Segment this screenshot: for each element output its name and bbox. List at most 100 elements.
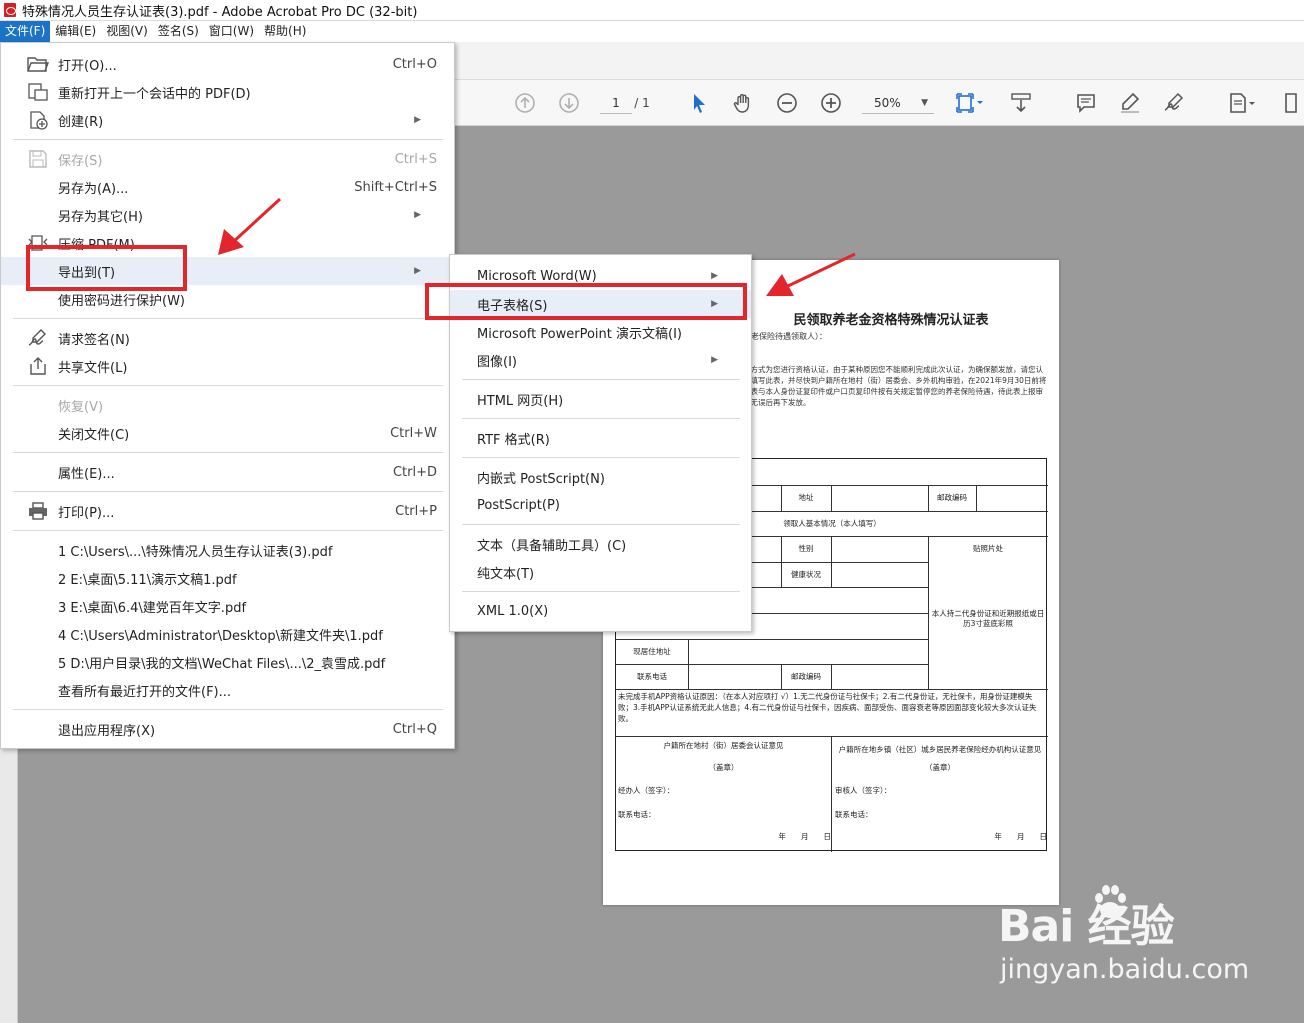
document-paragraph: 别方式为您进行资格认证，由于某种原因您不能顺利完成此次认证，为确保额发放，请您认… xyxy=(743,365,1047,407)
page-total: / 1 xyxy=(634,96,650,110)
submenu-item-plain-text[interactable]: 纯文本(T) xyxy=(450,558,751,586)
share-doc-button[interactable] xyxy=(1278,89,1304,117)
select-tool-button[interactable] xyxy=(686,89,712,117)
fit-page-icon xyxy=(956,93,983,113)
cell-date-right: 年 月 日 xyxy=(994,832,1048,841)
cell-reviewer: 审核人（签字）： xyxy=(835,786,892,795)
zoom-select[interactable]: 50% ▼ xyxy=(862,92,934,114)
menu-item-recent-2[interactable]: 2 E:\桌面\5.11\演示文稿1.pdf xyxy=(1,564,454,592)
cell-right-opinion: 户籍所在地乡镇（社区）城乡居民养老保险经办机构认证意见 xyxy=(838,745,1042,754)
highlight-button[interactable] xyxy=(1116,89,1144,117)
submenu-item-postscript[interactable]: PostScript(P) xyxy=(450,491,751,519)
menu-sign[interactable]: 签名(S) xyxy=(153,21,204,42)
submenu-arrow-icon: ▶ xyxy=(711,355,718,365)
watermark-brand: Bai 经验 xyxy=(998,901,1175,952)
menu-window[interactable]: 窗口(W) xyxy=(204,21,259,42)
menu-item-print[interactable]: 打印(P)... Ctrl+P xyxy=(1,497,454,525)
submenu-item-image[interactable]: 图像(I) ▶ xyxy=(450,346,751,374)
cursor-arrow-icon xyxy=(694,94,705,113)
page-fit-button[interactable] xyxy=(952,89,988,117)
arrow-down-circle-icon xyxy=(559,93,579,113)
reopen-icon xyxy=(27,82,49,102)
hand-tool-button[interactable] xyxy=(730,89,756,117)
submenu-item-powerpoint[interactable]: Microsoft PowerPoint 演示文稿(I) xyxy=(450,318,751,346)
next-page-button[interactable] xyxy=(556,89,582,117)
menu-item-recent-4[interactable]: 4 C:\Users\Administrator\Desktop\新建文件夹\1… xyxy=(1,620,454,648)
navigation-pane-strip xyxy=(0,748,18,1023)
cell-tel-left: 联系电话： xyxy=(618,810,656,819)
print-icon xyxy=(27,501,49,521)
submenu-arrow-icon: ▶ xyxy=(414,266,421,276)
document-subtitle: 养老保险待遇领取人）： xyxy=(743,332,827,341)
submenu-item-rtf[interactable]: RTF 格式(R) xyxy=(450,424,751,452)
minus-circle-icon xyxy=(777,93,797,113)
cell-seal-left: （盖章） xyxy=(708,763,739,772)
menu-help[interactable]: 帮助(H) xyxy=(259,21,311,42)
menu-item-open[interactable]: 打开(O)... Ctrl+O xyxy=(1,50,454,78)
window-title: 特殊情况人员生存认证表(3).pdf - Adobe Acrobat Pro D… xyxy=(22,4,418,20)
submenu-arrow-icon: ▶ xyxy=(711,271,718,281)
menu-item-create[interactable]: 创建(R) ▶ xyxy=(1,106,454,134)
menu-item-close-file[interactable]: 关闭文件(C) Ctrl+W xyxy=(1,419,454,447)
tab-bar xyxy=(454,42,1304,80)
comment-icon xyxy=(1077,94,1095,113)
save-icon xyxy=(27,149,49,169)
menu-item-recent-1[interactable]: 1 C:\Users\...\特殊情况人员生存认证表(3).pdf xyxy=(1,536,454,564)
menu-item-save: 保存(S) Ctrl+S xyxy=(1,145,454,173)
menu-item-exit[interactable]: 退出应用程序(X) Ctrl+Q xyxy=(1,715,454,743)
menu-file[interactable]: 文件(F) xyxy=(0,21,51,42)
zoom-in-button[interactable] xyxy=(818,89,844,117)
red-arrow-icon xyxy=(218,197,282,255)
submenu-item-accessible-text[interactable]: 文本（具备辅助工具）(C) xyxy=(450,530,751,558)
menu-edit[interactable]: 编辑(E) xyxy=(50,21,101,42)
plus-circle-icon xyxy=(821,93,841,113)
submenu-item-xml[interactable]: XML 1.0(X) xyxy=(450,597,751,625)
cell-gender: 性别 xyxy=(798,544,814,553)
cell-reason: 未完成手机APP资格认证原因：（在本人对应项打 √）1.无二代身份证与社保卡；2… xyxy=(618,692,1037,723)
submenu-item-eps[interactable]: 内嵌式 PostScript(N) xyxy=(450,463,751,491)
menu-item-recent-5[interactable]: 5 D:\用户目录\我的文档\WeChat Files\...\2_袁雪成.pd… xyxy=(1,648,454,676)
share-icon xyxy=(27,356,49,376)
submenu-item-html[interactable]: HTML 网页(H) xyxy=(450,385,751,413)
hand-icon xyxy=(733,94,750,113)
cell-tel-right: 联系电话： xyxy=(835,810,873,819)
open-folder-icon xyxy=(27,54,49,74)
menu-item-view-all-recent[interactable]: 查看所有最近打开的文件(F)... xyxy=(1,676,454,704)
menu-item-recent-3[interactable]: 3 E:\桌面\6.4\建党百年文字.pdf xyxy=(1,592,454,620)
menu-item-properties[interactable]: 属性(E)... Ctrl+D xyxy=(1,458,454,486)
menu-item-reopen[interactable]: 重新打开上一个会话中的 PDF(D) xyxy=(1,78,454,106)
prev-page-button[interactable] xyxy=(512,89,538,117)
cell-phone: 联系电话 xyxy=(637,671,667,681)
zoom-value: 50% xyxy=(874,95,901,110)
highlighter-icon xyxy=(1121,92,1140,113)
cell-date-left: 年 月 日 xyxy=(778,832,832,841)
cell-address: 地址 xyxy=(798,493,814,502)
submenu-arrow-icon: ▶ xyxy=(414,115,421,125)
highlight-box-export xyxy=(26,245,187,291)
red-arrow-icon xyxy=(766,252,856,296)
zoom-out-button[interactable] xyxy=(774,89,800,117)
cell-left-opinion: 户籍所在地村（街）居委会认证意见 xyxy=(663,741,784,750)
title-bar: 特殊情况人员生存认证表(3).pdf - Adobe Acrobat Pro D… xyxy=(0,0,1304,21)
doc-share-icon xyxy=(1285,93,1297,113)
submenu-arrow-icon: ▶ xyxy=(414,210,421,220)
highlight-box-spreadsheet xyxy=(425,283,747,320)
menu-item-share-file[interactable]: 共享文件(L) xyxy=(1,352,454,380)
menu-item-request-signature[interactable]: 请求签名(N) xyxy=(1,324,454,352)
document-icon xyxy=(1230,93,1255,113)
more-tools-button[interactable] xyxy=(1224,89,1260,117)
sign-button[interactable] xyxy=(1160,89,1188,117)
menu-bar: 文件(F) 编辑(E) 视图(V) 签名(S) 窗口(W) 帮助(H) xyxy=(0,21,1304,42)
comment-button[interactable] xyxy=(1072,89,1100,117)
acrobat-app-icon xyxy=(4,3,16,17)
scroll-down-icon xyxy=(1011,93,1031,113)
cell-residence: 现居住地址 xyxy=(633,646,671,656)
create-icon xyxy=(27,110,49,130)
scroll-mode-button[interactable] xyxy=(1006,89,1036,117)
menu-view[interactable]: 视图(V) xyxy=(101,21,153,42)
baidu-jingyan-watermark: Bai 经验 jingyan.baidu.com xyxy=(998,880,1249,1000)
cell-postal-code: 邮政编码 xyxy=(937,493,967,502)
cell-photo: 贴照片处 xyxy=(973,544,1003,553)
page-number-input[interactable]: 1 xyxy=(600,92,632,114)
toolbar: 1 / 1 50% ▼ xyxy=(454,80,1304,126)
